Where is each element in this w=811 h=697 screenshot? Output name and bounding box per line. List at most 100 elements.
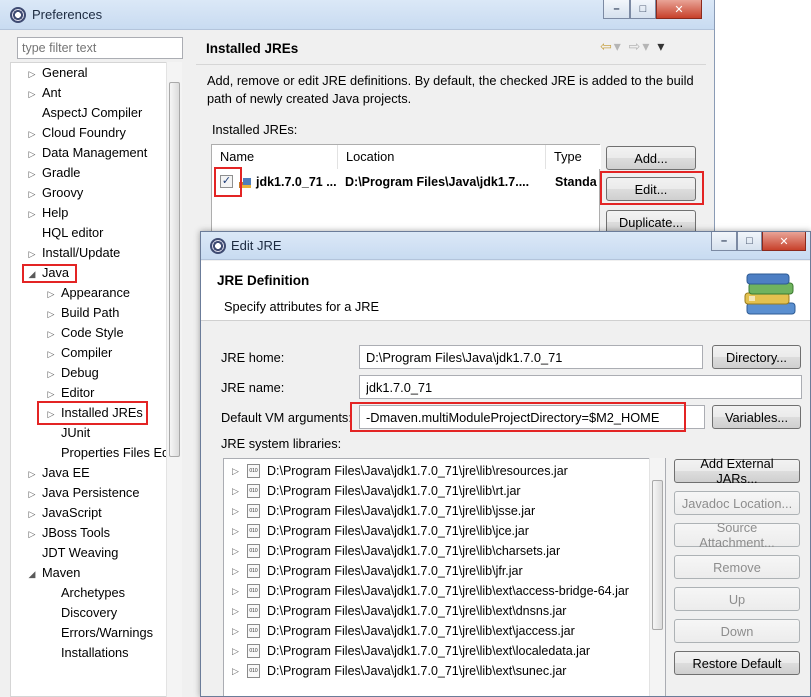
tree-scrollbar[interactable] bbox=[166, 62, 182, 697]
source-attachment-button[interactable]: Source Attachment... bbox=[674, 520, 800, 550]
list-item[interactable]: ▷ 010 D:\Program Files\Java\jdk1.7.0_71\jr… bbox=[224, 621, 665, 641]
tree-item[interactable]: ▷ Install/Update bbox=[25, 243, 121, 264]
collapsed-arrow-icon[interactable]: ▷ bbox=[25, 124, 39, 144]
forward-menu-icon[interactable]: ▾ bbox=[642, 38, 651, 54]
collapsed-arrow-icon[interactable]: ▷ bbox=[232, 541, 239, 561]
list-item[interactable]: ▷ 010 D:\Program Files\Java\jdk1.7.0_71\jr… bbox=[224, 661, 665, 681]
collapsed-arrow-icon[interactable]: ▷ bbox=[44, 364, 58, 384]
list-item[interactable]: ▷ 010 D:\Program Files\Java\jdk1.7.0_71\jr… bbox=[224, 581, 665, 601]
collapsed-arrow-icon[interactable]: ▷ bbox=[232, 501, 239, 521]
collapsed-arrow-icon[interactable]: ▷ bbox=[232, 661, 239, 681]
collapsed-arrow-icon[interactable]: ▷ bbox=[232, 481, 239, 501]
collapsed-arrow-icon[interactable]: ▷ bbox=[44, 344, 58, 364]
list-item[interactable]: ▷ 010 D:\Program Files\Java\jdk1.7.0_71\jr… bbox=[224, 601, 665, 621]
collapsed-arrow-icon[interactable]: ▷ bbox=[232, 561, 239, 581]
column-type[interactable]: Type bbox=[546, 145, 601, 169]
list-item[interactable]: ▷ 010 D:\Program Files\Java\jdk1.7.0_71\jr… bbox=[224, 501, 665, 521]
tree-item[interactable]: ▷ Data Management bbox=[25, 143, 148, 164]
tree-item[interactable]: ▷ Compiler bbox=[44, 343, 113, 364]
close-button[interactable]: ✕ bbox=[656, 0, 702, 19]
restore-default-button[interactable]: Restore Default bbox=[674, 651, 800, 675]
libraries-scrollbar[interactable] bbox=[649, 458, 665, 696]
tree-item[interactable]: ▷ Groovy bbox=[25, 183, 84, 204]
collapsed-arrow-icon[interactable]: ▷ bbox=[25, 164, 39, 184]
down-button[interactable]: Down bbox=[674, 619, 800, 643]
list-item[interactable]: ▷ 010 D:\Program Files\Java\jdk1.7.0_71\jr… bbox=[224, 641, 665, 661]
tree-item[interactable]: ▷ Editor bbox=[44, 383, 95, 403]
tree-item[interactable]: ▷ Appearance bbox=[44, 283, 130, 303]
minimize-button[interactable]: – bbox=[603, 0, 630, 19]
tree-item[interactable]: ▷ Java EE bbox=[25, 463, 90, 483]
forward-arrow-icon[interactable]: ⇨ bbox=[629, 38, 643, 54]
tree-item[interactable]: ◢ Maven bbox=[25, 563, 81, 584]
jre-home-input[interactable] bbox=[359, 345, 703, 369]
up-button[interactable]: Up bbox=[674, 587, 800, 611]
tree-item[interactable]: ▷ JBoss Tools bbox=[25, 523, 111, 544]
preferences-titlebar[interactable]: Preferences – □ ✕ bbox=[0, 0, 714, 30]
tree-item[interactable]: Archetypes bbox=[44, 583, 125, 603]
tree-item[interactable]: Properties Files Ed bbox=[44, 443, 169, 463]
collapsed-arrow-icon[interactable]: ▷ bbox=[232, 621, 239, 641]
directory-button[interactable]: Directory... bbox=[712, 345, 801, 369]
maximize-button[interactable]: □ bbox=[630, 0, 656, 19]
javadoc-location-button[interactable]: Javadoc Location... bbox=[674, 491, 800, 515]
column-location[interactable]: Location bbox=[338, 145, 546, 169]
list-item[interactable]: ▷ 010 D:\Program Files\Java\jdk1.7.0_71\jr… bbox=[224, 481, 665, 501]
tree-item[interactable]: ▷ Debug bbox=[44, 363, 99, 383]
collapsed-arrow-icon[interactable]: ▷ bbox=[25, 484, 39, 504]
collapsed-arrow-icon[interactable]: ▷ bbox=[232, 461, 239, 481]
tree-item[interactable]: ▷ Cloud Foundry bbox=[25, 123, 126, 143]
tree-item[interactable]: AspectJ Compiler bbox=[25, 103, 142, 123]
tree-item[interactable]: Errors/Warnings bbox=[44, 623, 153, 643]
tree-item[interactable]: HQL editor bbox=[25, 223, 103, 243]
list-item[interactable]: ▷ 010 D:\Program Files\Java\jdk1.7.0_71\jr… bbox=[224, 561, 665, 581]
collapsed-arrow-icon[interactable]: ▷ bbox=[25, 144, 39, 164]
collapsed-arrow-icon[interactable]: ▷ bbox=[25, 464, 39, 484]
collapsed-arrow-icon[interactable]: ▷ bbox=[25, 204, 39, 224]
table-row[interactable]: ✓ jdk1.7.0_71 ... D:\Program Files\Java\… bbox=[212, 171, 599, 193]
jre-name-input[interactable] bbox=[359, 375, 802, 399]
dialog-minimize-button[interactable]: – bbox=[711, 232, 737, 251]
list-item[interactable]: ▷ 010 D:\Program Files\Java\jdk1.7.0_71\jr… bbox=[224, 521, 665, 541]
collapsed-arrow-icon[interactable]: ▷ bbox=[25, 84, 39, 104]
add-button[interactable]: Add... bbox=[606, 146, 696, 170]
tree-item[interactable]: ▷ General bbox=[25, 63, 88, 83]
back-arrow-icon[interactable]: ⇦ bbox=[600, 38, 614, 54]
collapsed-arrow-icon[interactable]: ▷ bbox=[25, 504, 39, 524]
dialog-titlebar[interactable]: Edit JRE – □ ✕ bbox=[201, 232, 810, 260]
filter-input[interactable] bbox=[17, 37, 183, 59]
tree-item[interactable]: ▷ Gradle bbox=[25, 163, 81, 184]
tree-item[interactable]: Installations bbox=[44, 643, 129, 663]
tree-item[interactable]: ▷ Help bbox=[25, 203, 69, 224]
collapsed-arrow-icon[interactable]: ▷ bbox=[25, 524, 39, 544]
collapsed-arrow-icon[interactable]: ▷ bbox=[25, 184, 39, 204]
tree-item[interactable]: JUnit bbox=[44, 423, 90, 443]
tree-item[interactable]: ▷ JavaScript bbox=[25, 503, 102, 523]
list-item[interactable]: ▷ 010 D:\Program Files\Java\jdk1.7.0_71\jr… bbox=[224, 461, 665, 481]
column-name[interactable]: Name bbox=[212, 145, 338, 169]
collapsed-arrow-icon[interactable]: ▷ bbox=[232, 601, 239, 621]
collapsed-arrow-icon[interactable]: ▷ bbox=[232, 521, 239, 541]
view-menu-icon[interactable]: ▾ bbox=[657, 38, 666, 54]
collapsed-arrow-icon[interactable]: ▷ bbox=[44, 324, 58, 344]
collapsed-arrow-icon[interactable]: ▷ bbox=[25, 244, 39, 264]
back-menu-icon[interactable]: ▾ bbox=[614, 38, 623, 54]
collapsed-arrow-icon[interactable]: ▷ bbox=[44, 284, 58, 304]
list-item[interactable]: ▷ 010 D:\Program Files\Java\jdk1.7.0_71\jr… bbox=[224, 541, 665, 561]
expanded-arrow-icon[interactable]: ◢ bbox=[25, 564, 39, 584]
tree-item[interactable]: ▷ Ant bbox=[25, 83, 62, 104]
remove-button[interactable]: Remove bbox=[674, 555, 800, 579]
collapsed-arrow-icon[interactable]: ▷ bbox=[44, 304, 58, 324]
dialog-maximize-button[interactable]: □ bbox=[737, 232, 762, 251]
tree-item[interactable]: ▷ Code Style bbox=[44, 323, 124, 343]
tree-item[interactable]: ▷ Build Path bbox=[44, 303, 120, 324]
dialog-close-button[interactable]: ✕ bbox=[762, 232, 806, 251]
tree-item[interactable]: ▷ Java Persistence bbox=[25, 483, 140, 504]
libraries-scroll-thumb[interactable] bbox=[652, 480, 663, 630]
variables-button[interactable]: Variables... bbox=[712, 405, 801, 429]
tree-item[interactable]: Discovery bbox=[44, 603, 117, 623]
tree-scroll-thumb[interactable] bbox=[169, 82, 180, 457]
tree-item[interactable]: JDT Weaving bbox=[25, 543, 118, 563]
collapsed-arrow-icon[interactable]: ▷ bbox=[25, 64, 39, 84]
collapsed-arrow-icon[interactable]: ▷ bbox=[232, 581, 239, 601]
